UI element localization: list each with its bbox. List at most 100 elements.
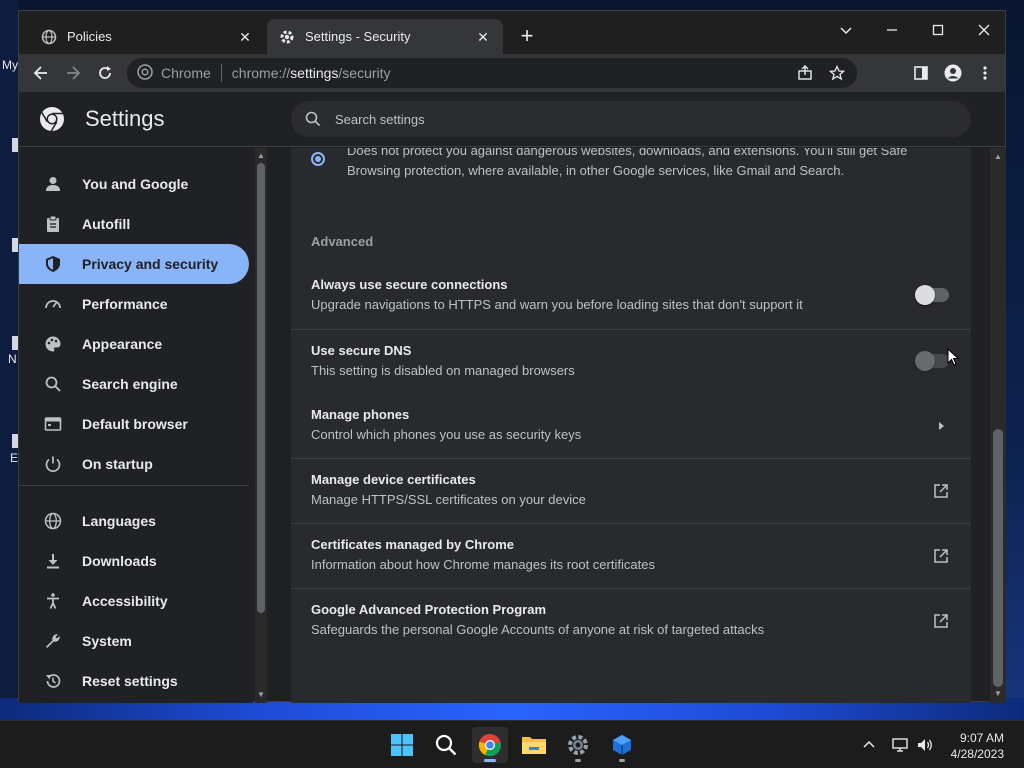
sidebar-item-privacy-and-security[interactable]: Privacy and security xyxy=(19,244,249,284)
taskbar-clock[interactable]: 9:07 AM 4/28/2023 xyxy=(951,730,1004,762)
close-icon[interactable]: ✕ xyxy=(237,29,253,45)
sidebar-item-search-engine[interactable]: Search engine xyxy=(19,364,249,404)
tab-policies[interactable]: Policies ✕ xyxy=(29,19,265,54)
sidebar-item-autofill[interactable]: Autofill xyxy=(19,204,249,244)
arrow-right-icon xyxy=(67,66,81,80)
sidebar-item-you-and-google[interactable]: You and Google xyxy=(19,164,249,204)
row-manage-device-certificates[interactable]: Manage device certificates Manage HTTPS/… xyxy=(291,458,971,523)
external-link-icon[interactable] xyxy=(931,611,951,631)
taskbar-chrome[interactable] xyxy=(472,727,508,763)
tab-title: Settings - Security xyxy=(305,29,411,44)
profile-button[interactable] xyxy=(939,59,967,87)
settings-search[interactable] xyxy=(291,101,971,137)
reload-button[interactable] xyxy=(91,59,119,87)
row-manage-phones[interactable]: Manage phones Control which phones you u… xyxy=(291,394,971,459)
volume-icon[interactable] xyxy=(914,735,936,755)
sidebar-item-default-browser[interactable]: Default browser xyxy=(19,404,249,444)
row-subtitle: Safeguards the personal Google Accounts … xyxy=(311,622,765,637)
app-cube-icon xyxy=(613,735,631,755)
scroll-down-arrow-icon[interactable]: ▼ xyxy=(255,689,267,701)
arrow-right-icon[interactable] xyxy=(931,416,951,436)
search-icon xyxy=(305,111,321,127)
sidebar-item-label: Privacy and security xyxy=(82,256,219,272)
sidebar-scrollbar-thumb[interactable] xyxy=(257,163,265,613)
secure-connections-toggle[interactable] xyxy=(915,285,949,305)
back-button[interactable] xyxy=(27,59,55,87)
row-certificates-managed-by-chrome[interactable]: Certificates managed by Chrome Informati… xyxy=(291,523,971,588)
sidebar-item-performance[interactable]: Performance xyxy=(19,284,249,324)
address-divider xyxy=(220,64,222,82)
gear-icon xyxy=(279,29,295,45)
desktop-icon-label[interactable]: My xyxy=(2,58,18,72)
search-input[interactable] xyxy=(335,111,971,127)
mouse-cursor-icon xyxy=(947,348,959,366)
new-tab-button[interactable]: + xyxy=(515,25,539,49)
row-title: Manage device certificates xyxy=(311,472,476,487)
scroll-up-arrow-icon[interactable]: ▲ xyxy=(255,150,267,162)
desktop-icon-label[interactable]: E xyxy=(10,451,18,465)
external-link-icon[interactable] xyxy=(931,481,951,501)
browser-toolbar: Chrome chrome://settings/security xyxy=(19,54,1005,92)
side-panel-icon xyxy=(914,66,928,80)
scroll-up-arrow-icon[interactable]: ▲ xyxy=(990,150,1006,164)
url-text: chrome://settings/security xyxy=(231,65,391,81)
globe-icon xyxy=(41,29,57,45)
browser-window: Policies ✕ Settings - Security ✕ + Chrom… xyxy=(18,10,1007,703)
sidebar-item-appearance[interactable]: Appearance xyxy=(19,324,249,364)
chevron-up-icon[interactable] xyxy=(858,735,880,755)
taskbar-file-explorer[interactable] xyxy=(516,727,552,763)
radio-button-selected[interactable] xyxy=(311,152,325,166)
sidebar-item-reset-settings[interactable]: Reset settings xyxy=(19,661,249,701)
row-subtitle: Information about how Chrome manages its… xyxy=(311,557,655,572)
start-button[interactable] xyxy=(384,727,420,763)
address-bar[interactable]: Chrome chrome://settings/security xyxy=(127,58,857,88)
row-subtitle: Upgrade navigations to HTTPS and warn yo… xyxy=(311,297,803,312)
forward-button[interactable] xyxy=(59,59,87,87)
row-title: Google Advanced Protection Program xyxy=(311,602,547,617)
row-always-secure-connections[interactable]: Always use secure connections Upgrade na… xyxy=(291,264,971,329)
share-icon[interactable] xyxy=(795,63,815,83)
close-icon[interactable]: ✕ xyxy=(475,29,491,45)
globe-icon xyxy=(43,511,63,531)
arrow-left-icon xyxy=(33,66,47,80)
shield-icon xyxy=(43,254,63,274)
sidebar-item-label: Autofill xyxy=(82,216,131,232)
side-panel-button[interactable] xyxy=(907,59,935,87)
sidebar-item-accessibility[interactable]: Accessibility xyxy=(19,581,249,621)
settings-header: Settings xyxy=(19,92,1005,147)
sidebar-item-downloads[interactable]: Downloads xyxy=(19,541,249,581)
scroll-down-arrow-icon[interactable]: ▼ xyxy=(990,687,1006,701)
no-protection-option[interactable]: Does not protect you against dangerous w… xyxy=(291,148,971,198)
sidebar-item-label: On startup xyxy=(82,456,153,472)
search-icon xyxy=(435,734,457,756)
external-link-icon[interactable] xyxy=(931,546,951,566)
person-icon xyxy=(944,64,962,82)
close-window-button[interactable] xyxy=(961,15,1007,45)
minimize-button[interactable] xyxy=(869,15,915,45)
taskbar-app[interactable] xyxy=(604,727,640,763)
network-icon[interactable] xyxy=(890,735,912,755)
row-use-secure-dns[interactable]: Use secure DNS This setting is disabled … xyxy=(291,329,971,394)
palette-icon xyxy=(43,334,63,354)
taskbar-settings[interactable] xyxy=(560,727,596,763)
row-advanced-protection-program[interactable]: Google Advanced Protection Program Safeg… xyxy=(291,588,971,653)
maximize-button[interactable] xyxy=(915,15,961,45)
wrench-icon xyxy=(43,631,63,651)
bookmark-star-icon[interactable] xyxy=(827,63,847,83)
taskbar-search-button[interactable] xyxy=(428,727,464,763)
sidebar-item-system[interactable]: System xyxy=(19,621,249,661)
desktop-icon-label[interactable]: N xyxy=(8,352,17,366)
sidebar-item-on-startup[interactable]: On startup xyxy=(19,444,249,484)
clock-time: 9:07 AM xyxy=(959,731,1004,745)
menu-button[interactable] xyxy=(971,59,999,87)
clipboard-icon xyxy=(43,214,63,234)
main-scrollbar-thumb[interactable] xyxy=(993,429,1003,687)
row-title: Manage phones xyxy=(311,407,410,422)
sidebar-item-languages[interactable]: Languages xyxy=(19,501,249,541)
more-vert-icon xyxy=(983,66,987,80)
tab-search-button[interactable] xyxy=(823,15,869,45)
secure-dns-toggle[interactable] xyxy=(915,351,949,371)
tab-settings-security[interactable]: Settings - Security ✕ xyxy=(267,19,503,54)
search-icon xyxy=(43,374,63,394)
toggle-knob xyxy=(915,285,935,305)
